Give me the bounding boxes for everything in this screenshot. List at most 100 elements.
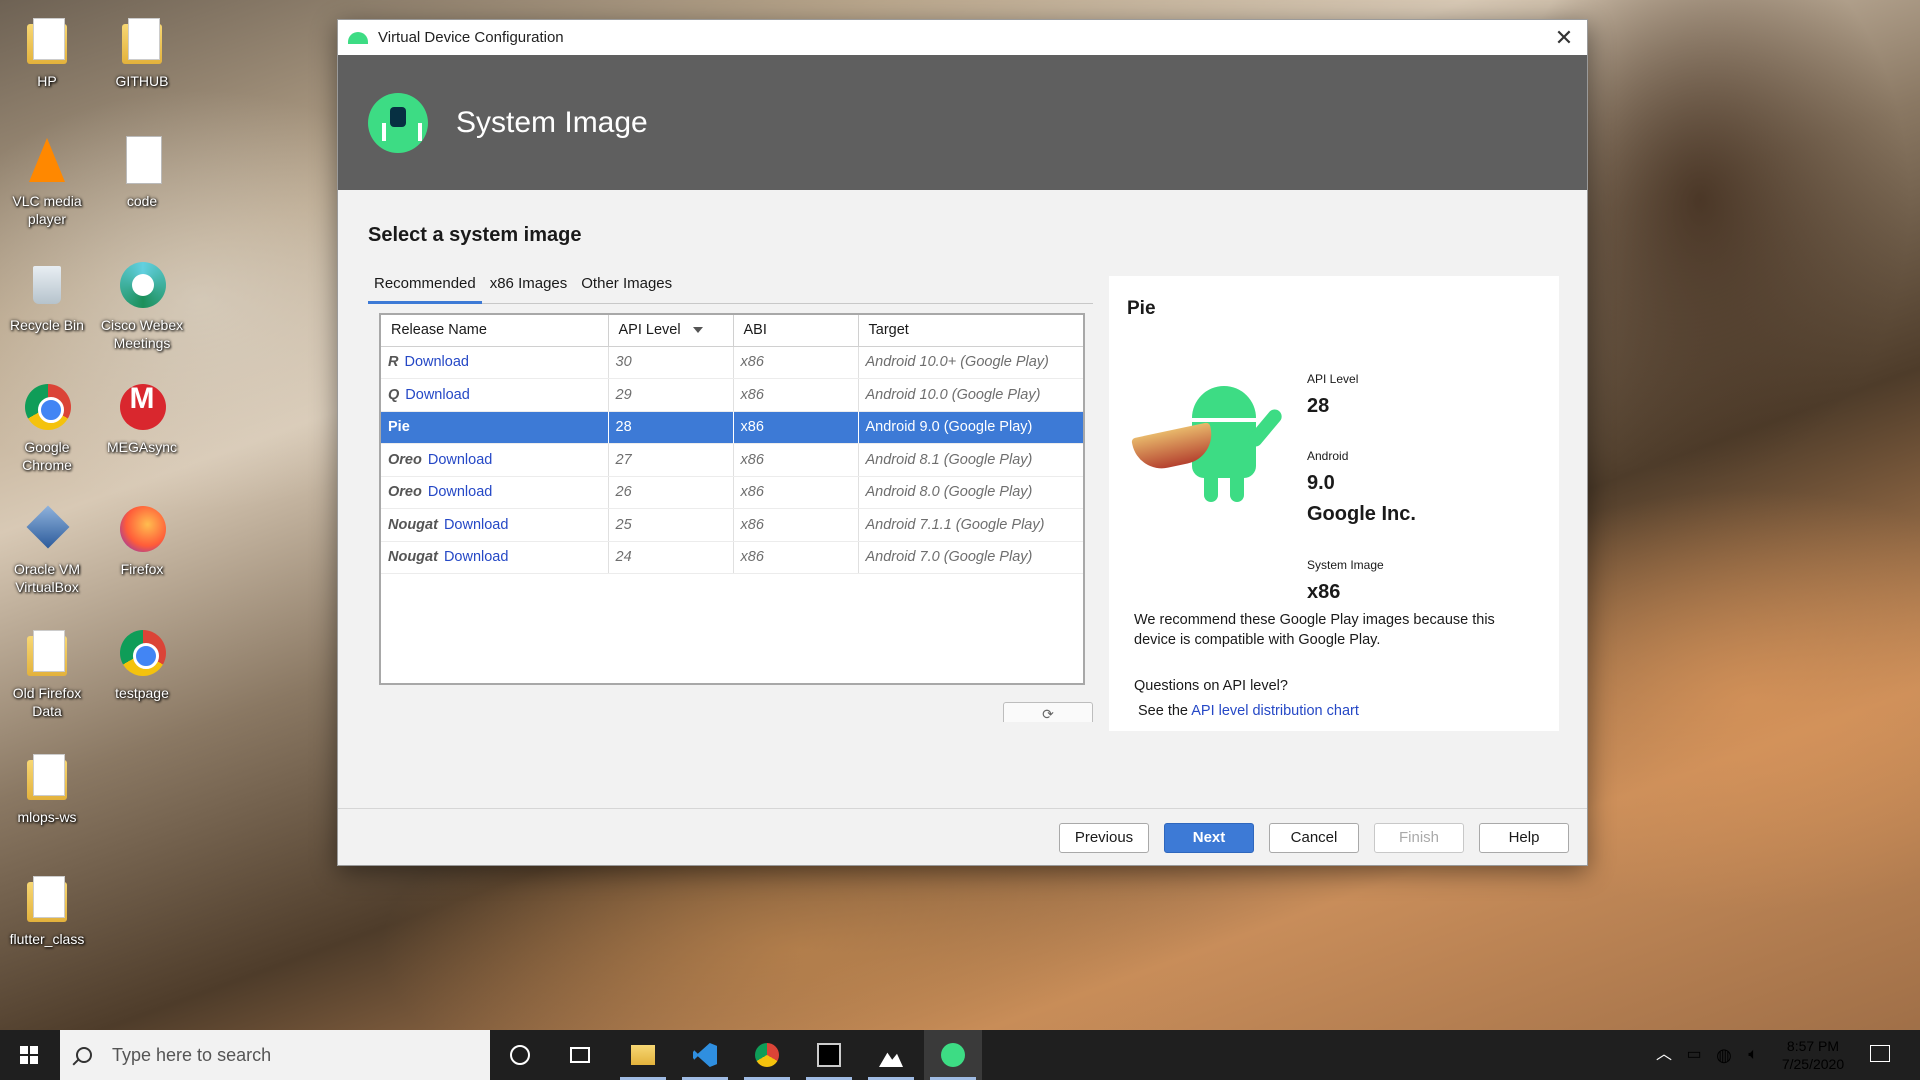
tab-x86-images[interactable]: x86 Images [484,272,574,304]
volume-icon[interactable]: 🔈︎ [1740,1030,1766,1080]
start-button[interactable] [0,1030,58,1080]
desktop-icon-hp[interactable]: HP [2,12,92,90]
release-name-cell: Pie [381,411,609,444]
dialog-button-bar: Previous Next Cancel Finish Help [338,808,1587,865]
header-title: System Image [456,105,648,139]
action-center-notification-icon[interactable] [1870,1045,1890,1062]
android-version-value: 9.0 [1307,472,1335,494]
see-the-line: See the API level distribution chart [1138,703,1359,719]
desktop-icon-webex[interactable]: Cisco Webex Meetings [97,256,187,352]
download-link[interactable]: Download [428,484,493,500]
table-row[interactable]: R Download 30 x86 Android 10.0+ (Google P… [381,346,1083,379]
column-header-release-name[interactable]: Release Name [381,315,609,347]
taskbar-file-explorer[interactable] [614,1030,672,1080]
download-link[interactable]: Download [404,354,469,370]
show-hidden-icons-chevron-up-icon[interactable]: ︿ [1652,1030,1676,1080]
column-header-api-level[interactable]: API Level [608,315,734,347]
taskbar-vscode[interactable] [676,1030,734,1080]
api-level-cell: 29 [608,378,734,412]
image-tabs: Recommended x86 Images Other Images [368,272,1093,304]
desktop-icon-code[interactable]: code [97,132,187,210]
desktop-icon-label: VLC media player [12,193,82,227]
download-link[interactable]: Download [444,517,509,533]
table-row[interactable]: Oreo Download 26 x86 Android 8.0 (Google … [381,476,1083,509]
taskbar-search-box[interactable]: Type here to search [60,1030,490,1080]
sort-descending-icon [692,327,703,334]
terminal-icon [817,1043,841,1067]
desktop-icon-label: MEGAsync [106,439,177,455]
chrome-icon [19,378,75,434]
tab-recommended[interactable]: Recommended [368,272,482,304]
desktop-icon-flutter-class[interactable]: flutter_class [2,870,92,948]
table-row[interactable]: Nougat Download 24 x86 Android 7.0 (Googl… [381,541,1083,574]
file-icon [114,132,170,188]
desktop-icon-megasync[interactable]: M MEGAsync [97,378,187,456]
vendor-value: Google Inc. [1307,503,1416,525]
photos-icon [879,1052,903,1067]
table-row[interactable]: Nougat Download 25 x86 Android 7.1.1 (Goo… [381,508,1083,542]
next-button[interactable]: Next [1164,823,1254,853]
search-placeholder: Type here to search [112,1044,272,1065]
desktop-icon-label: mlops-ws [17,809,77,825]
system-image-value: x86 [1307,581,1341,603]
api-level-distribution-chart-link[interactable]: API level distribution chart [1191,703,1359,719]
dialog-content: Select a system image Recommended x86 Im… [338,190,1587,810]
tab-other-images[interactable]: Other Images [575,272,678,304]
desktop-icon-label: flutter_class [9,931,85,947]
previous-button[interactable]: Previous [1059,823,1149,853]
desktop-icon-virtualbox[interactable]: Oracle VM VirtualBox [2,500,92,596]
taskbar: Type here to search ︿ ▭ ◍ 🔈︎ 8:57 PM 7/2… [0,1030,1920,1080]
column-header-abi[interactable]: ABI [733,315,859,347]
taskbar-clock[interactable]: 8:57 PM 7/25/2020 [1768,1037,1858,1073]
close-button[interactable]: ✕ [1541,20,1587,55]
api-level-cell: 25 [608,508,734,542]
desktop-icon-old-firefox-data[interactable]: Old Firefox Data [2,624,92,720]
download-link[interactable]: Download [444,549,509,565]
android-studio-logo-icon [368,92,428,153]
cortana-button[interactable] [491,1030,549,1080]
desktop-icon-label: Cisco Webex Meetings [100,317,184,351]
download-link[interactable]: Download [405,387,470,403]
api-level-cell: 30 [608,346,734,379]
desktop-icon-label: Google Chrome [22,439,72,473]
search-icon [76,1047,92,1063]
desktop-icon-testpage[interactable]: testpage [97,624,187,702]
taskbar-android-studio[interactable] [924,1030,982,1080]
desktop-icon-label: Firefox [120,561,164,577]
finish-button[interactable]: Finish [1374,823,1464,853]
android-label: Android [1307,449,1349,463]
desktop-icon-mlops-ws[interactable]: mlops-ws [2,748,92,826]
taskbar-chrome[interactable] [738,1030,796,1080]
dialog-title: Virtual Device Configuration [378,29,564,46]
desktop-icon-chrome[interactable]: Google Chrome [2,378,92,474]
network-globe-icon[interactable]: ◍ [1712,1030,1736,1080]
header-band: System Image [338,55,1587,190]
table-row[interactable]: Q Download 29 x86 Android 10.0 (Google Pl… [381,378,1083,412]
desktop-icon-firefox[interactable]: Firefox [97,500,187,578]
cortana-icon [510,1045,530,1065]
help-button[interactable]: Help [1479,823,1569,853]
battery-icon[interactable]: ▭ [1682,1030,1706,1080]
desktop-icon-vlc[interactable]: VLC media player [2,132,92,228]
taskbar-terminal[interactable] [800,1030,858,1080]
table-row[interactable]: Oreo Download 27 x86 Android 8.1 (Google … [381,443,1083,477]
release-name-cell: Nougat Download [381,541,609,574]
desktop-icon-github[interactable]: GITHUB [97,12,187,90]
release-name-cell: R Download [381,346,609,379]
taskbar-photos[interactable] [862,1030,920,1080]
virtual-device-configuration-dialog: Virtual Device Configuration ✕ System Im… [337,19,1588,866]
download-link[interactable]: Download [428,452,493,468]
desktop-icon-label: testpage [115,685,169,701]
cancel-button[interactable]: Cancel [1269,823,1359,853]
desktop-icon-label: Recycle Bin [10,317,84,333]
webex-icon [114,256,170,312]
column-header-target[interactable]: Target [858,315,1083,347]
desktop-icon-label: code [126,193,158,209]
android-studio-icon [941,1043,965,1067]
refresh-button[interactable]: ⟳ [1003,702,1093,722]
task-view-button[interactable] [551,1030,609,1080]
table-row-selected[interactable]: Pie 28 x86 Android 9.0 (Google Play) [381,411,1083,444]
abi-cell: x86 [733,476,859,509]
desktop-icon-recycle-bin[interactable]: Recycle Bin [2,256,92,334]
dialog-titlebar[interactable]: Virtual Device Configuration ✕ [338,20,1587,55]
